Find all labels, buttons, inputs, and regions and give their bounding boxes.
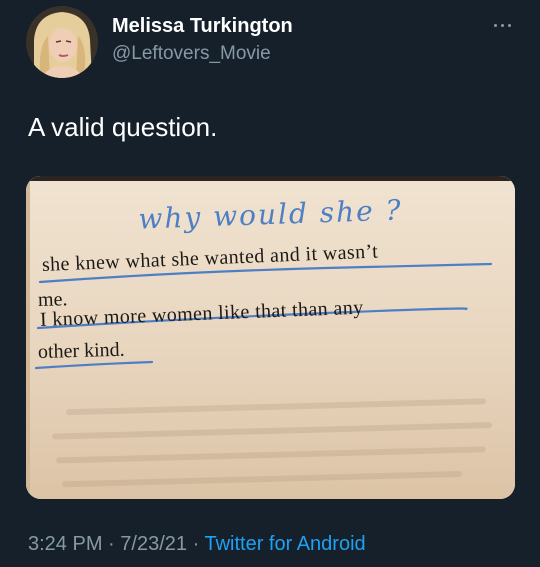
- tweet-date[interactable]: 7/23/21: [120, 533, 187, 555]
- tweet-source-link[interactable]: Twitter for Android: [204, 533, 365, 555]
- tweet-time[interactable]: 3:24 PM: [28, 533, 102, 555]
- author-name[interactable]: Melissa Turkington: [112, 15, 293, 38]
- printed-line-4: other kind.: [37, 338, 125, 363]
- tweet-image[interactable]: why would she ? she knew what she wanted…: [26, 176, 515, 499]
- meta-separator: ·: [108, 533, 115, 555]
- meta-separator: ·: [192, 533, 200, 555]
- author-handle[interactable]: @Leftovers_Movie: [112, 43, 271, 65]
- avatar-photo: [26, 6, 98, 78]
- tweet: Melissa Turkington @Leftovers_Movie A va…: [0, 0, 540, 567]
- more-options-icon[interactable]: [490, 18, 516, 34]
- tweet-meta: 3:24 PM · 7/23/21 · Twitter for Android: [28, 533, 366, 556]
- tweet-text: A valid question.: [28, 112, 218, 142]
- avatar[interactable]: [26, 6, 98, 78]
